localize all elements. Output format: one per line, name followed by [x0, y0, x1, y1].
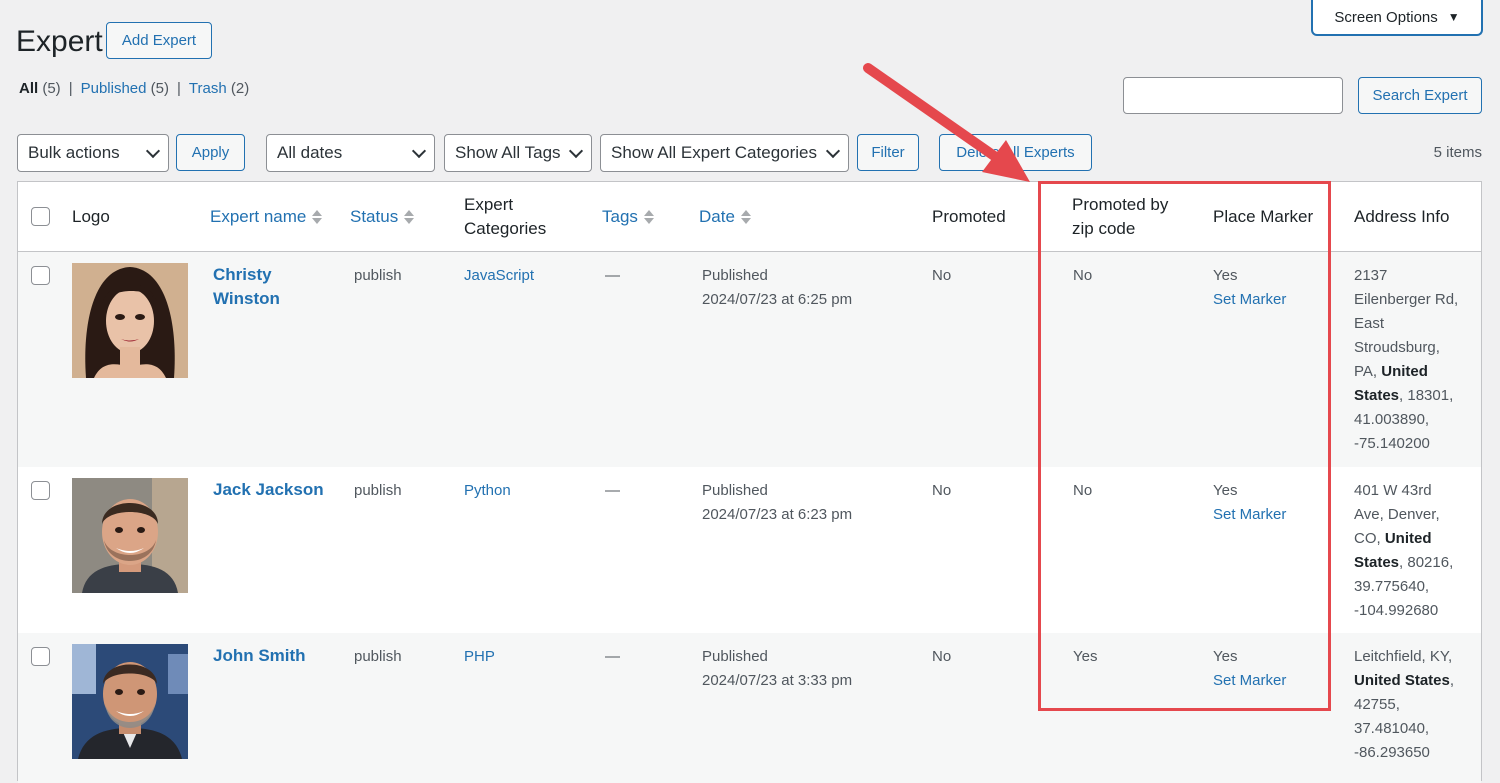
chevron-down-icon: [411, 143, 427, 158]
column-expert-name-label: Expert name: [210, 207, 307, 226]
tags-value: —: [605, 267, 620, 284]
triangle-down-icon: ▼: [1447, 10, 1460, 24]
date-value: Published 2024/07/23 at 6:23 pm: [702, 482, 853, 523]
tags-value: —: [605, 648, 620, 665]
sort-icon: [643, 210, 654, 224]
promoted-zip-value: Yes: [1073, 648, 1098, 665]
promoted-value: No: [932, 267, 952, 284]
column-promoted: Promoted: [932, 207, 1006, 226]
chevron-down-icon: [825, 143, 841, 158]
sort-icon: [404, 210, 415, 224]
expert-logo-image: [72, 263, 188, 378]
bulk-actions-select[interactable]: Bulk actions: [17, 134, 169, 172]
categories-select[interactable]: Show All Expert Categories: [600, 134, 849, 172]
promoted-value: No: [932, 482, 952, 499]
row-checkbox[interactable]: [31, 647, 50, 666]
chevron-down-icon: [568, 143, 584, 158]
chevron-down-icon: [145, 143, 161, 158]
place-marker-value: Yes Set Marker: [1213, 267, 1287, 308]
column-categories-line1: Expert: [464, 195, 514, 214]
set-marker-link[interactable]: Set Marker: [1213, 506, 1286, 523]
date-value: Published 2024/07/23 at 3:33 pm: [702, 648, 853, 689]
view-trash[interactable]: Trash (2): [189, 80, 249, 97]
column-place-marker: Place Marker: [1213, 207, 1314, 226]
expert-name-link[interactable]: Christy Winston: [213, 263, 280, 311]
place-marker-value: Yes Set Marker: [1213, 648, 1287, 689]
column-promoted-by-zip: Promoted by zip code: [1072, 182, 1168, 252]
column-expert-categories: Expert Categories: [464, 182, 546, 252]
page-title: Expert: [16, 25, 103, 58]
address-info: 401 W 43rd Ave, Denver, CO, United State…: [1354, 482, 1454, 619]
experts-table: Logo Expert name Status Expert Categorie…: [17, 181, 1482, 783]
column-promoted-zip-line2: zip code: [1072, 219, 1136, 238]
column-address-info: Address Info: [1354, 207, 1450, 226]
status-views: All (5) | Published (5) | Trash (2): [19, 80, 249, 97]
row-checkbox[interactable]: [31, 481, 50, 500]
tags-select[interactable]: Show All Tags: [444, 134, 592, 172]
apply-button[interactable]: Apply: [176, 134, 245, 171]
sort-icon: [740, 210, 751, 224]
delete-all-experts-button[interactable]: Delete All Experts: [939, 134, 1092, 171]
address-info: Leitchfield, KY, United States, 42755, 3…: [1354, 648, 1455, 761]
items-count: 5 items: [1433, 144, 1482, 161]
place-marker-value: Yes Set Marker: [1213, 482, 1287, 523]
date-value: Published 2024/07/23 at 6:25 pm: [702, 267, 853, 308]
tags-value: —: [605, 482, 620, 499]
promoted-zip-value: No: [1073, 267, 1093, 284]
expert-name-link[interactable]: John Smith: [213, 644, 306, 668]
views-separator: |: [68, 80, 73, 97]
status-value: publish: [354, 267, 402, 284]
search-input[interactable]: [1123, 77, 1343, 114]
view-published[interactable]: Published (5): [81, 80, 169, 97]
dates-value: All dates: [277, 143, 343, 162]
column-tags-label: Tags: [602, 207, 638, 226]
column-logo: Logo: [72, 207, 110, 226]
expert-logo-image: [72, 644, 188, 759]
screen-options-button[interactable]: Screen Options ▼: [1311, 0, 1483, 36]
column-categories-line2: Categories: [464, 219, 547, 238]
expert-name-link[interactable]: Jack Jackson: [213, 478, 324, 502]
column-status-label: Status: [350, 207, 399, 226]
screen-options-label: Screen Options: [1334, 8, 1438, 26]
views-separator: |: [177, 80, 181, 97]
search-expert-button[interactable]: Search Expert: [1358, 77, 1482, 114]
column-status[interactable]: Status: [350, 182, 415, 252]
status-value: publish: [354, 648, 402, 665]
expert-logo-image: [72, 478, 188, 593]
column-tags[interactable]: Tags: [602, 182, 654, 252]
table-row: Christy Winston publish JavaScript — Pub…: [18, 252, 1481, 467]
address-info: 2137 Eilenberger Rd, East Stroudsburg, P…: [1354, 267, 1459, 452]
set-marker-link[interactable]: Set Marker: [1213, 291, 1286, 308]
bulk-actions-value: Bulk actions: [28, 143, 120, 162]
select-all-checkbox[interactable]: [31, 207, 50, 226]
view-all[interactable]: All (5): [19, 80, 61, 97]
filter-button[interactable]: Filter: [857, 134, 919, 171]
set-marker-link[interactable]: Set Marker: [1213, 672, 1286, 689]
categories-value: Show All Expert Categories: [611, 143, 817, 162]
category-link[interactable]: PHP: [464, 645, 495, 669]
table-row: John Smith publish PHP — Published 2024/…: [18, 633, 1481, 783]
column-expert-name[interactable]: Expert name: [210, 182, 323, 252]
table-header: Logo Expert name Status Expert Categorie…: [18, 182, 1481, 252]
category-link[interactable]: Python: [464, 479, 511, 503]
column-promoted-zip-line1: Promoted by: [1072, 195, 1169, 214]
sort-icon: [312, 210, 323, 224]
add-expert-button[interactable]: Add Expert: [106, 22, 212, 59]
column-date[interactable]: Date: [699, 182, 751, 252]
promoted-value: No: [932, 648, 952, 665]
status-value: publish: [354, 482, 402, 499]
category-link[interactable]: JavaScript: [464, 264, 534, 288]
table-row: Jack Jackson publish Python — Published …: [18, 467, 1481, 633]
column-date-label: Date: [699, 207, 735, 226]
tags-value: Show All Tags: [455, 143, 561, 162]
dates-select[interactable]: All dates: [266, 134, 435, 172]
promoted-zip-value: No: [1073, 482, 1093, 499]
row-checkbox[interactable]: [31, 266, 50, 285]
